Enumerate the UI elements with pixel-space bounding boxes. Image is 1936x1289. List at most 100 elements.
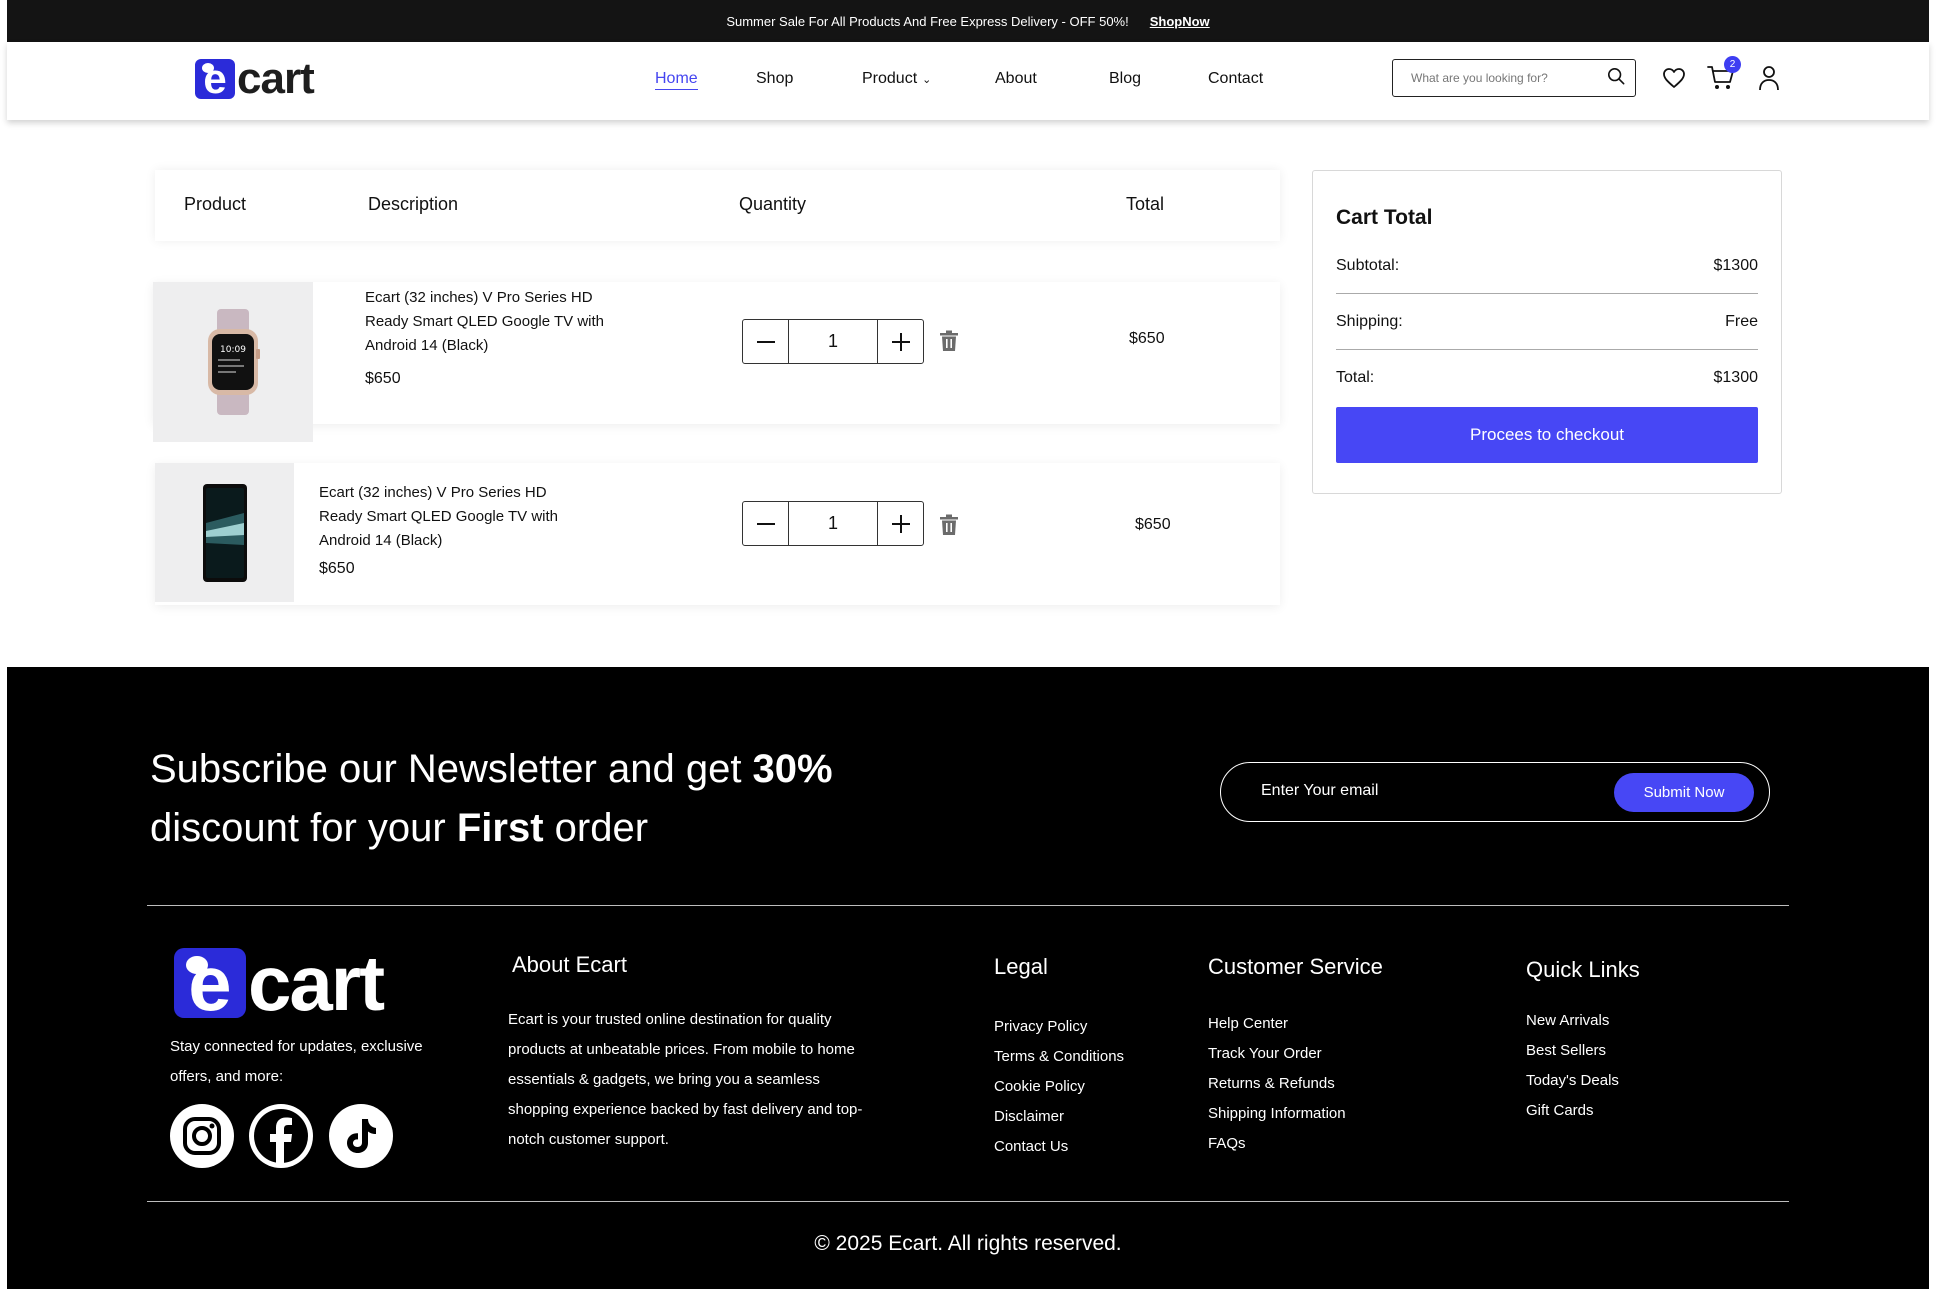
- search-box: [1392, 59, 1636, 97]
- nav-home[interactable]: Home: [655, 70, 698, 90]
- link-privacy-policy[interactable]: Privacy Policy: [994, 1012, 1124, 1042]
- newsletter-discount: 30%: [752, 747, 833, 791]
- footer-tagline: Stay connected for updates, exclusive of…: [170, 1038, 423, 1085]
- newsletter-line2: discount for your: [150, 806, 457, 850]
- total-label: Total:: [1336, 369, 1375, 386]
- newsletter-heading: Subscribe our Newsletter and get 30% dis…: [150, 740, 833, 858]
- divider: [1336, 293, 1758, 294]
- footer-logo-mark: e: [174, 948, 246, 1018]
- shipping-label: Shipping:: [1336, 313, 1403, 330]
- site-header: e cart Home Shop Product ⌄ About Blog Con…: [7, 42, 1929, 120]
- nav-contact[interactable]: Contact: [1208, 70, 1263, 88]
- customer-service-heading: Customer Service: [1208, 954, 1383, 979]
- tiktok-icon[interactable]: [329, 1104, 393, 1168]
- announcement-bar: Summer Sale For All Products And Free Ex…: [7, 0, 1929, 42]
- shop-now-link[interactable]: ShopNow: [1150, 14, 1210, 29]
- shipping-value: Free: [1725, 313, 1758, 330]
- copyright-text: © 2025 Ecart. All rights reserved.: [814, 1232, 1122, 1255]
- cart-total-title: Cart Total: [1336, 206, 1433, 229]
- newsletter-first: First: [456, 806, 544, 850]
- increase-quantity-button[interactable]: [878, 320, 923, 363]
- col-total: Total: [1126, 194, 1165, 214]
- search-icon[interactable]: [1607, 67, 1625, 90]
- chevron-down-icon: ⌄: [922, 74, 932, 86]
- total-value: $1300: [1713, 369, 1759, 386]
- decrease-quantity-button[interactable]: [743, 320, 788, 363]
- product-description[interactable]: Ecart (32 inches) V Pro Series HD Ready …: [319, 481, 584, 553]
- subtotal-label: Subtotal:: [1336, 257, 1400, 274]
- link-best-sellers[interactable]: Best Sellers: [1526, 1036, 1619, 1066]
- shipping-row: Shipping: Free: [1336, 313, 1758, 331]
- divider: [1336, 349, 1758, 350]
- footer-logo[interactable]: e cart: [174, 939, 385, 1027]
- link-disclaimer[interactable]: Disclaimer: [994, 1102, 1124, 1132]
- cart-total-panel: Cart Total Subtotal: $1300 Shipping: Fre…: [1312, 170, 1782, 494]
- link-gift-cards[interactable]: Gift Cards: [1526, 1096, 1619, 1126]
- cart-count-badge: 2: [1724, 56, 1741, 73]
- newsletter-line2-end: order: [543, 806, 649, 850]
- product-image-smartwatch[interactable]: 10:09: [153, 282, 313, 442]
- nav-about[interactable]: About: [995, 70, 1037, 88]
- link-faqs[interactable]: FAQs: [1208, 1129, 1346, 1159]
- svg-text:10:09: 10:09: [220, 345, 246, 355]
- trash-icon[interactable]: [939, 514, 961, 538]
- nav-product-label: Product: [862, 70, 918, 87]
- about-text: Ecart is your trusted online destination…: [508, 1011, 863, 1148]
- newsletter-email-input[interactable]: [1261, 782, 1561, 800]
- instagram-icon[interactable]: [170, 1104, 234, 1168]
- link-cookie-policy[interactable]: Cookie Policy: [994, 1072, 1124, 1102]
- link-shipping-information[interactable]: Shipping Information: [1208, 1099, 1346, 1129]
- checkout-button[interactable]: Procees to checkout: [1336, 407, 1758, 463]
- quantity-value[interactable]: 1: [788, 502, 878, 545]
- row-total: $650: [1129, 330, 1165, 347]
- product-price: $650: [365, 370, 401, 387]
- subtotal-row: Subtotal: $1300: [1336, 257, 1758, 275]
- link-terms-conditions[interactable]: Terms & Conditions: [994, 1042, 1124, 1072]
- link-todays-deals[interactable]: Today's Deals: [1526, 1066, 1619, 1096]
- trash-icon[interactable]: [939, 330, 961, 354]
- account-user-icon[interactable]: [1755, 64, 1783, 92]
- legal-links: Privacy Policy Terms & Conditions Cookie…: [994, 1012, 1124, 1162]
- quick-links: New Arrivals Best Sellers Today's Deals …: [1526, 1006, 1619, 1126]
- decrease-quantity-button[interactable]: [743, 502, 788, 545]
- link-new-arrivals[interactable]: New Arrivals: [1526, 1006, 1619, 1036]
- col-product: Product: [184, 194, 247, 214]
- row-total: $650: [1135, 516, 1171, 533]
- announcement-text: Summer Sale For All Products And Free Ex…: [726, 13, 1129, 29]
- link-returns-refunds[interactable]: Returns & Refunds: [1208, 1069, 1346, 1099]
- footer-logo-word: cart: [248, 939, 385, 1027]
- footer-divider: [147, 905, 1789, 906]
- quick-links-heading: Quick Links: [1526, 957, 1640, 982]
- newsletter-submit-button[interactable]: Submit Now: [1614, 773, 1754, 812]
- product-image-smartphone[interactable]: [155, 463, 294, 602]
- nav-blog[interactable]: Blog: [1109, 70, 1141, 88]
- nav-product[interactable]: Product ⌄: [862, 70, 931, 88]
- link-track-order[interactable]: Track Your Order: [1208, 1039, 1346, 1069]
- quantity-stepper: 1: [742, 319, 924, 364]
- subtotal-value: $1300: [1713, 257, 1759, 274]
- wishlist-heart-icon[interactable]: [1660, 64, 1688, 92]
- main-nav: Home Shop Product ⌄ About Blog Contact: [7, 42, 1929, 120]
- quantity-value[interactable]: 1: [788, 320, 878, 363]
- legal-heading: Legal: [994, 954, 1048, 979]
- cart-row: Ecart (32 inches) V Pro Series HD Ready …: [155, 463, 1280, 605]
- increase-quantity-button[interactable]: [878, 502, 923, 545]
- cart-table-header: Product Description Quantity Total: [155, 170, 1280, 241]
- newsletter-form: Submit Now: [1220, 762, 1770, 822]
- cart-row: 10:09 Ecart (32 inches) V Pro Series HD …: [153, 282, 1280, 442]
- product-description[interactable]: Ecart (32 inches) V Pro Series HD Ready …: [365, 286, 630, 358]
- product-price: $650: [319, 560, 355, 577]
- footer-divider: [147, 1201, 1789, 1202]
- facebook-icon[interactable]: [249, 1104, 313, 1168]
- col-quantity: Quantity: [739, 194, 807, 214]
- col-description: Description: [368, 194, 459, 214]
- quantity-stepper: 1: [742, 501, 924, 546]
- cart-icon[interactable]: 2: [1707, 56, 1741, 92]
- customer-service-links: Help Center Track Your Order Returns & R…: [1208, 1009, 1346, 1159]
- search-input[interactable]: [1411, 71, 1607, 85]
- newsletter-line1: Subscribe our Newsletter and get: [150, 747, 753, 791]
- link-contact-us[interactable]: Contact Us: [994, 1132, 1124, 1162]
- nav-shop[interactable]: Shop: [756, 70, 793, 88]
- about-heading: About Ecart: [512, 952, 627, 977]
- link-help-center[interactable]: Help Center: [1208, 1009, 1346, 1039]
